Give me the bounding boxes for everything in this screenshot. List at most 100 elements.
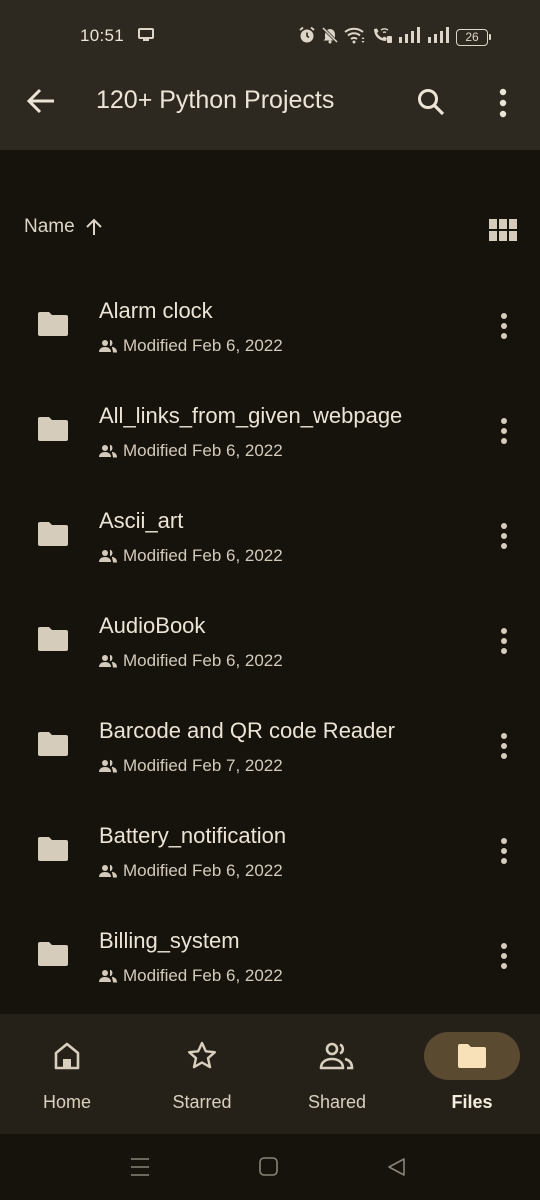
more-vert-icon: [501, 838, 507, 864]
search-icon: [418, 89, 445, 116]
file-meta: Modified Feb 6, 2022: [99, 336, 283, 356]
arrow-up-icon: [85, 218, 102, 235]
status-icons: 26: [298, 25, 491, 49]
nav-label: Starred: [172, 1092, 232, 1112]
signal-icon: [398, 26, 422, 48]
folder-icon: [458, 1044, 486, 1068]
more-vert-icon: [501, 523, 507, 549]
file-row[interactable]: All_links_from_given_webpage Modified Fe…: [0, 385, 540, 490]
system-navigation-bar: [0, 1134, 540, 1200]
back-triangle-icon: [388, 1158, 405, 1176]
file-meta: Modified Feb 6, 2022: [99, 651, 283, 671]
nav-files[interactable]: Files: [412, 1032, 532, 1128]
folder-icon: [37, 416, 69, 447]
nav-label: Files: [451, 1092, 493, 1112]
modified-date: Modified Feb 6, 2022: [123, 861, 283, 880]
file-row[interactable]: Barcode and QR code Reader Modified Feb …: [0, 700, 540, 805]
arrow-left-icon: [26, 88, 54, 114]
file-meta: Modified Feb 6, 2022: [99, 861, 283, 881]
top-app-bar: 10:51 26 120+ Python Projects: [0, 0, 540, 150]
shared-people-icon: [99, 444, 117, 458]
file-name: All_links_from_given_webpage: [99, 403, 403, 428]
bottom-navigation: Home Starred Shared Files: [0, 1014, 540, 1134]
folder-icon: [37, 311, 69, 342]
file-row[interactable]: Billing_system Modified Feb 6, 2022: [0, 910, 540, 1015]
more-vert-icon: [499, 88, 507, 118]
shared-people-icon: [99, 969, 117, 983]
item-more-button[interactable]: [494, 415, 514, 447]
file-name: Barcode and QR code Reader: [99, 718, 395, 743]
file-row[interactable]: Ascii_art Modified Feb 6, 2022: [0, 490, 540, 595]
recents-button[interactable]: [129, 1156, 153, 1178]
file-name: Alarm clock: [99, 298, 213, 323]
nav-pill: [154, 1032, 250, 1080]
file-name: Battery_notification: [99, 823, 287, 848]
folder-icon: [37, 731, 69, 762]
nav-pill-active: [424, 1032, 520, 1080]
file-name: AudioBook: [99, 613, 206, 638]
file-row[interactable]: Battery_notification Modified Feb 6, 202…: [0, 805, 540, 910]
modified-date: Modified Feb 6, 2022: [123, 651, 283, 670]
sort-by-name-button[interactable]: Name: [24, 216, 103, 238]
folder-icon: [37, 836, 69, 867]
file-meta: Modified Feb 6, 2022: [99, 966, 283, 986]
item-more-button[interactable]: [494, 310, 514, 342]
item-more-button[interactable]: [494, 520, 514, 552]
more-vert-icon: [501, 733, 507, 759]
grid-view-icon: [489, 219, 517, 241]
file-row[interactable]: AudioBook Modified Feb 6, 2022: [0, 595, 540, 700]
file-list: Alarm clock Modified Feb 6, 2022 All_lin…: [0, 280, 540, 1015]
shared-people-icon: [99, 654, 117, 668]
folder-icon: [37, 941, 69, 972]
modified-date: Modified Feb 6, 2022: [123, 441, 283, 460]
more-vert-icon: [501, 313, 507, 339]
folder-icon: [37, 521, 69, 552]
modified-date: Modified Feb 6, 2022: [123, 966, 283, 985]
more-vert-icon: [501, 418, 507, 444]
system-back-button[interactable]: [386, 1156, 410, 1178]
sort-label: Name: [24, 216, 75, 237]
star-icon: [188, 1041, 216, 1069]
nav-starred[interactable]: Starred: [142, 1032, 262, 1128]
status-bar: 10:51 26: [0, 22, 540, 52]
wifi-calling-icon: [371, 26, 393, 49]
sort-bar: Name: [0, 210, 540, 250]
grid-view-toggle[interactable]: [488, 218, 518, 244]
back-button[interactable]: [24, 86, 58, 116]
page-title: 120+ Python Projects: [96, 86, 335, 114]
home-square-icon: [259, 1157, 278, 1176]
folder-icon: [37, 626, 69, 657]
file-name: Billing_system: [99, 928, 240, 953]
file-meta: Modified Feb 7, 2022: [99, 756, 283, 776]
nav-pill: [289, 1032, 385, 1080]
shared-people-icon: [99, 549, 117, 563]
more-options-button[interactable]: [490, 86, 516, 120]
wifi-icon: [344, 26, 366, 49]
people-icon: [319, 1042, 354, 1070]
shared-people-icon: [99, 759, 117, 773]
more-vert-icon: [501, 628, 507, 654]
modified-date: Modified Feb 7, 2022: [123, 756, 283, 775]
item-more-button[interactable]: [494, 625, 514, 657]
shared-people-icon: [99, 339, 117, 353]
file-meta: Modified Feb 6, 2022: [99, 441, 283, 461]
mute-bell-icon: [321, 26, 339, 49]
item-more-button[interactable]: [494, 835, 514, 867]
system-home-button[interactable]: [258, 1156, 282, 1178]
modified-date: Modified Feb 6, 2022: [123, 336, 283, 355]
screen-cast-icon: [138, 28, 154, 47]
nav-shared[interactable]: Shared: [277, 1032, 397, 1128]
file-row[interactable]: Alarm clock Modified Feb 6, 2022: [0, 280, 540, 385]
signal-icon: [427, 26, 451, 48]
item-more-button[interactable]: [494, 730, 514, 762]
file-meta: Modified Feb 6, 2022: [99, 546, 283, 566]
nav-label: Home: [42, 1092, 91, 1112]
modified-date: Modified Feb 6, 2022: [123, 546, 283, 565]
search-button[interactable]: [414, 86, 448, 120]
nav-pill: [19, 1032, 115, 1080]
home-icon: [54, 1042, 80, 1070]
nav-home[interactable]: Home: [7, 1032, 127, 1128]
battery-indicator: 26: [456, 28, 491, 46]
shared-people-icon: [99, 864, 117, 878]
item-more-button[interactable]: [494, 940, 514, 972]
